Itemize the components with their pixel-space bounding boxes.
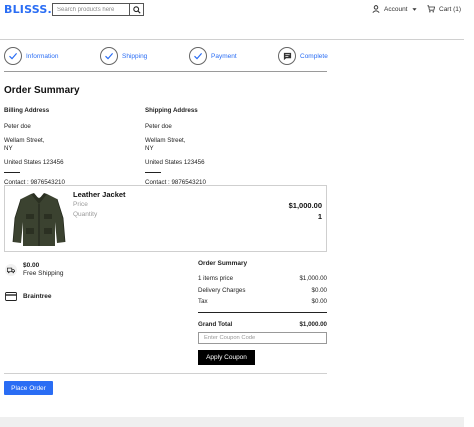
billing-address: Billing Address Peter doe Wellam Street,…: [4, 107, 134, 187]
user-icon: [372, 5, 380, 13]
cart-icon: [427, 5, 435, 13]
summary-row-value: $0.00: [311, 298, 327, 306]
step-circle: [189, 47, 207, 65]
summary-row-label: Delivery Charges: [198, 286, 246, 294]
summary-row: Delivery Charges $0.00: [198, 285, 327, 297]
step-circle: [100, 47, 118, 65]
cart-label: Cart (1): [439, 5, 462, 13]
quantity-label: Quantity: [73, 211, 98, 218]
step-shipping[interactable]: Shipping: [100, 47, 147, 65]
apply-coupon-button[interactable]: Apply Coupon: [198, 350, 255, 365]
billing-street: Wellam Street,: [4, 137, 45, 144]
payment-method-label: Braintree: [23, 293, 52, 300]
summary-row-value: $0.00: [311, 286, 327, 294]
price-label: Price: [73, 201, 88, 208]
step-payment[interactable]: Payment: [189, 47, 237, 65]
summary-row-label: 1 items price: [198, 275, 234, 283]
search-icon: [132, 5, 141, 14]
product-name[interactable]: Leather Jacket: [73, 190, 126, 199]
grand-total-row: Grand Total $1,000.00: [198, 319, 327, 331]
step-complete[interactable]: Complete: [278, 47, 328, 65]
summary-row-value: $1,000.00: [299, 275, 327, 283]
step-information[interactable]: Information: [4, 47, 59, 65]
truck-icon: [5, 264, 17, 276]
chevron-down-icon: [411, 7, 417, 11]
header-divider: [0, 39, 464, 40]
check-icon: [9, 53, 18, 60]
cart-button[interactable]: Cart (1): [427, 5, 461, 13]
billing-name: Peter doe: [4, 123, 31, 130]
section-divider: [4, 373, 327, 374]
summary-row-label: Tax: [198, 298, 208, 306]
summary-row: Tax $0.00: [198, 296, 327, 308]
place-order-button[interactable]: Place Order: [4, 381, 53, 395]
step-circle: [278, 47, 296, 65]
grand-total-value: $1,000.00: [299, 320, 327, 328]
billing-heading: Billing Address: [4, 107, 50, 114]
step-label: Complete: [300, 52, 328, 60]
order-summary-table: Order Summary 1 items price $1,000.00 De…: [198, 260, 327, 330]
shipping-country-zip: United States 123456: [145, 159, 205, 166]
page-title: Order Summary: [4, 85, 80, 96]
step-label: Information: [26, 52, 59, 60]
summary-divider: [198, 311, 327, 313]
summary-heading: Order Summary: [198, 260, 248, 267]
logo[interactable]: BLISSS.: [4, 3, 52, 16]
billing-state: NY: [4, 145, 13, 152]
shipping-street: Wellam Street,: [145, 137, 186, 144]
shipping-name: Peter doe: [145, 123, 172, 130]
logo-text: BLISSS: [4, 3, 48, 16]
product-card: Leather Jacket Price Quantity $1,000.00 …: [4, 185, 327, 252]
stepper-divider: [4, 71, 327, 72]
shipping-heading: Shipping Address: [145, 107, 198, 114]
credit-card-icon: [5, 292, 17, 301]
divider: [145, 172, 161, 173]
shipping-method-label: Free Shipping: [23, 270, 64, 277]
product-quantity: 1: [317, 212, 322, 221]
step-label: Payment: [211, 52, 237, 60]
shipping-state: NY: [145, 145, 154, 152]
summary-row: 1 items price $1,000.00: [198, 273, 327, 285]
coupon-input[interactable]: [198, 332, 327, 344]
billing-country-zip: United States 123456: [4, 159, 64, 166]
account-label: Account: [384, 5, 408, 13]
shipping-amount: $0.00: [23, 262, 40, 269]
payment-method: Braintree: [5, 292, 52, 301]
grand-total-label: Grand Total: [198, 320, 233, 328]
check-icon: [105, 53, 114, 60]
search-button[interactable]: [129, 4, 143, 15]
step-label: Shipping: [122, 52, 148, 60]
check-icon: [194, 53, 203, 60]
footer: [0, 417, 464, 427]
account-menu[interactable]: Account: [372, 5, 417, 13]
shipping-address: Shipping Address Peter doe Wellam Street…: [145, 107, 275, 187]
shipping-method: $0.00 Free Shipping: [5, 262, 63, 278]
divider: [4, 172, 20, 173]
step-circle: [4, 47, 22, 65]
message-icon: [283, 52, 291, 60]
product-price: $1,000.00: [288, 201, 322, 210]
search-input[interactable]: [53, 4, 129, 15]
header: BLISSS. Account Cart (1): [0, 0, 474, 20]
search-bar: [52, 3, 144, 16]
product-image[interactable]: [11, 190, 67, 248]
